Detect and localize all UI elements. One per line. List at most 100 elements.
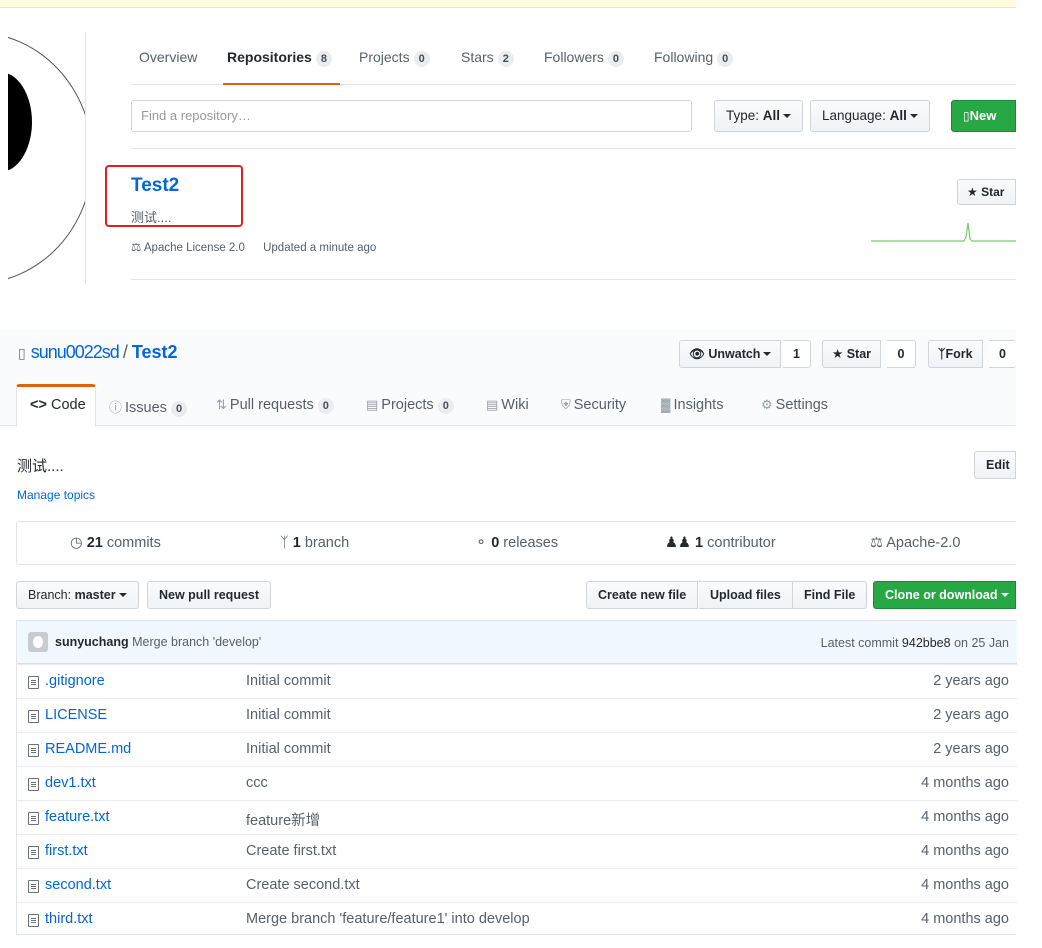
people-icon: ♟♟ [665,535,691,551]
license-link[interactable]: ⚖ Apache-2.0 [870,535,960,551]
branches-link[interactable]: ᛉ 1 branch [280,535,349,551]
create-new-file-button[interactable]: Create new file [586,581,699,609]
file-age: 2 years ago [933,673,1009,689]
tab-stars[interactable]: Stars 2 [461,49,514,67]
stars-count: 2 [497,51,514,67]
file-commit-message[interactable]: Initial commit [246,741,331,757]
tab-security[interactable]: ⛨ Security [561,397,626,413]
file-icon [28,778,39,791]
file-icon [28,880,39,893]
graph-icon: ▓ [661,397,671,412]
file-icon [28,710,39,723]
branch-select-button[interactable]: Branch: master [16,581,139,609]
file-name-link[interactable]: LICENSE [45,707,107,723]
unwatch-button[interactable]: 👁 Unwatch [679,340,782,368]
profile-avatar[interactable] [8,32,86,284]
table-row: second.txt Create second.txt 4 months ago [17,868,1017,902]
tab-code[interactable]: <> Code [16,384,96,427]
contributors-link[interactable]: ♟♟ 1 contributor [665,535,776,551]
tab-projects[interactable]: Projects 0 [359,49,430,67]
file-icon [28,812,39,825]
repo-projects-count: 0 [437,398,454,414]
file-name-link[interactable]: feature.txt [45,809,109,825]
tab-insights[interactable]: ▓ Insights [661,397,723,413]
clone-or-download-button[interactable]: Clone or download [873,581,1016,609]
file-commit-message[interactable]: ccc [246,775,268,791]
star-button[interactable]: ★ Star [822,340,882,368]
latest-commit-bar: sunyuchang Merge branch 'develop' Latest… [17,621,1017,664]
avatar[interactable] [28,632,48,652]
releases-link[interactable]: ⚬ 0 releases [475,535,558,551]
file-commit-message[interactable]: Merge branch 'feature/feature1' into dev… [246,911,530,927]
file-age: 4 months ago [921,877,1009,893]
repo-owner-link[interactable]: sunu0022sd [31,342,120,362]
file-icon [28,846,39,859]
pull-request-icon: ⇅ [216,397,227,412]
activity-sparkline [871,222,1016,242]
law-icon: ⚖ [131,242,142,254]
file-name-link[interactable]: third.txt [45,911,93,927]
tab-pull-requests[interactable]: ⇅ Pull requests 0 [216,397,334,414]
file-age: 2 years ago [933,741,1009,757]
file-commit-message[interactable]: Initial commit [246,707,331,723]
code-icon: <> [30,397,47,413]
eye-icon: 👁 [689,347,705,361]
manage-topics-link[interactable]: Manage topics [17,488,95,502]
tab-overview[interactable]: Overview [139,49,197,65]
new-repository-button[interactable]: ▯New [951,100,1016,132]
profile-tabs: Overview Repositories 8 Projects 0 Stars 2 … [131,30,1016,85]
tab-following[interactable]: Following 0 [654,49,734,67]
file-commit-message[interactable]: Create first.txt [246,843,336,859]
fork-button[interactable]: ᛉFork [928,340,983,368]
file-age: 2 years ago [933,707,1009,723]
commits-link[interactable]: ◷ 21 commits [70,535,161,551]
repo-list-updated: Updated a minute ago [263,242,377,254]
file-age: 4 months ago [921,911,1009,927]
watchers-count[interactable]: 1 [783,340,811,368]
find-repository-input[interactable]: Find a repository… [131,100,692,132]
find-file-button[interactable]: Find File [793,581,868,609]
caret-down-icon [1000,593,1009,597]
table-row: README.md Initial commit 2 years ago [17,732,1017,766]
file-commit-message[interactable]: Initial commit [246,673,331,689]
tab-settings[interactable]: ⚙ Settings [761,397,828,413]
new-pull-request-button[interactable]: New pull request [147,581,272,609]
file-name-link[interactable]: second.txt [45,877,111,893]
forks-count[interactable]: 0 [989,340,1016,368]
issues-count: 0 [170,401,188,417]
repo-list-star-button[interactable]: ★ Star [957,179,1016,205]
path-separator: / [122,342,128,362]
tab-issues[interactable]: ⓘ Issues 0 [109,397,188,417]
commit-message-link[interactable]: Merge branch 'develop' [132,635,261,649]
stargazers-count[interactable]: 0 [887,340,916,368]
file-icon [28,676,39,689]
file-name-link[interactable]: dev1.txt [45,775,96,791]
history-icon: ◷ [70,535,83,551]
divider [131,148,1016,149]
file-commit-message[interactable]: feature新增 [246,809,320,830]
branch-icon: ᛉ [280,535,289,551]
tab-followers[interactable]: Followers 0 [544,49,625,67]
repo-list-meta: ⚖ Apache License 2.0 Updated a minute ag… [131,240,376,254]
file-name-link[interactable]: README.md [45,741,131,757]
tag-icon: ⚬ [475,535,488,551]
edit-description-button[interactable]: Edit [974,451,1016,479]
repo-name-link[interactable]: Test2 [132,342,178,362]
commit-sha-link[interactable]: 942bbe8 [902,636,951,650]
numbers-summary: ◷ 21 commits ᛉ 1 branch ⚬ 0 releases ♟♟ … [16,521,1016,565]
tab-repositories[interactable]: Repositories 8 [223,49,340,85]
repo-icon: ▯ [18,345,26,361]
file-name-link[interactable]: .gitignore [45,673,105,689]
language-filter-select[interactable]: Language: All [810,100,930,132]
caret-down-icon [118,593,127,597]
star-icon: ★ [832,347,844,361]
file-name-link[interactable]: first.txt [45,843,88,859]
commit-author-link[interactable]: sunyuchang [55,635,129,649]
table-row: dev1.txt ccc 4 months ago [17,766,1017,800]
upload-files-button[interactable]: Upload files [699,581,793,609]
file-commit-message[interactable]: Create second.txt [246,877,360,893]
tab-wiki[interactable]: ▤ Wiki [486,397,529,413]
type-filter-select[interactable]: Type: All [714,100,804,132]
tab-projects[interactable]: ▤ Projects 0 [366,397,454,414]
file-icon [28,744,39,757]
